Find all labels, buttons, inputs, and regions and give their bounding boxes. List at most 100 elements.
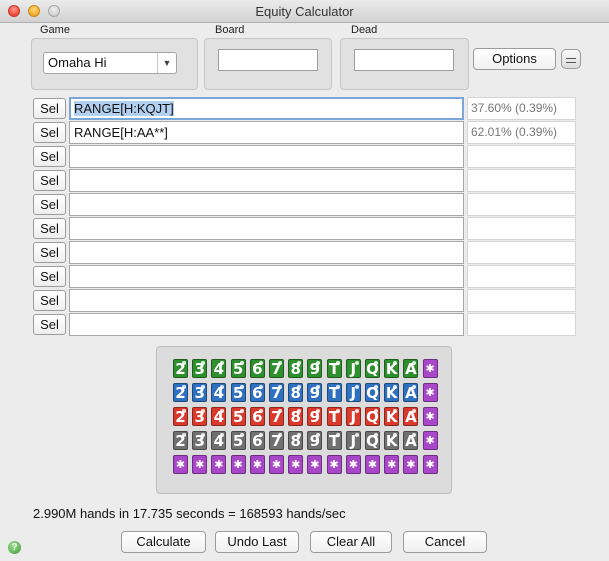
card-T-spades[interactable]: T [326, 383, 342, 402]
wild-card[interactable]: ✱ [288, 455, 304, 474]
card-5-clubs[interactable]: 5 [230, 407, 246, 426]
undo-last-button[interactable]: Undo Last [215, 531, 299, 553]
card-T-diamonds[interactable]: T [326, 431, 342, 450]
card-5-hearts[interactable]: 5 [230, 359, 246, 378]
clear-all-button[interactable]: Clear All [310, 531, 392, 553]
card-K-hearts[interactable]: K [384, 359, 400, 378]
card-7-hearts[interactable]: 7 [269, 359, 284, 378]
card-J-spades[interactable]: J [345, 383, 361, 402]
card-3-hearts[interactable]: 3 [192, 359, 208, 378]
card-A-hearts[interactable]: A [403, 359, 419, 378]
card-K-diamonds[interactable]: K [384, 431, 400, 450]
cancel-button[interactable]: Cancel [403, 531, 487, 553]
wild-card-clubs[interactable]: ✱ [422, 407, 438, 426]
card-T-hearts[interactable]: T [326, 359, 342, 378]
card-6-hearts[interactable]: 6 [249, 359, 265, 378]
sel-button[interactable]: Sel [33, 194, 66, 215]
help-icon[interactable]: ? [8, 541, 21, 554]
card-5-spades[interactable]: 5 [230, 383, 246, 402]
card-4-hearts[interactable]: 4 [211, 359, 227, 378]
sel-button[interactable]: Sel [33, 146, 66, 167]
card-Q-hearts[interactable]: Q [365, 359, 380, 378]
card-2-diamonds[interactable]: 2 [173, 431, 188, 450]
card-8-clubs[interactable]: 8 [288, 407, 304, 426]
sel-button[interactable]: Sel [33, 122, 66, 143]
sel-button[interactable]: Sel [33, 290, 66, 311]
range-input[interactable] [69, 169, 464, 192]
wild-card[interactable]: ✱ [307, 455, 323, 474]
card-8-diamonds[interactable]: 8 [288, 431, 304, 450]
card-7-clubs[interactable]: 7 [269, 407, 284, 426]
board-input[interactable] [218, 49, 318, 71]
wild-card[interactable]: ✱ [211, 455, 227, 474]
range-input[interactable] [69, 217, 464, 240]
card-4-diamonds[interactable]: 4 [211, 431, 227, 450]
sel-button[interactable]: Sel [33, 242, 66, 263]
wild-card[interactable]: ✱ [192, 455, 208, 474]
card-2-hearts[interactable]: 2 [173, 359, 188, 378]
wild-card[interactable]: ✱ [249, 455, 265, 474]
card-K-clubs[interactable]: K [384, 407, 400, 426]
wild-card[interactable]: ✱ [326, 455, 342, 474]
wild-card[interactable]: ✱ [345, 455, 361, 474]
range-input[interactable] [69, 265, 464, 288]
wild-card[interactable]: ✱ [269, 455, 284, 474]
card-3-spades[interactable]: 3 [192, 383, 208, 402]
sel-button[interactable]: Sel [33, 218, 66, 239]
card-9-spades[interactable]: 9 [307, 383, 323, 402]
card-6-diamonds[interactable]: 6 [249, 431, 265, 450]
wild-card-hearts[interactable]: ✱ [422, 359, 438, 378]
sel-button[interactable]: Sel [33, 266, 66, 287]
card-A-spades[interactable]: A [403, 383, 419, 402]
card-6-clubs[interactable]: 6 [249, 407, 265, 426]
disclosure-icon[interactable] [561, 49, 581, 69]
wild-card[interactable]: ✱ [365, 455, 380, 474]
card-A-clubs[interactable]: A [403, 407, 419, 426]
card-J-diamonds[interactable]: J [345, 431, 361, 450]
card-3-diamonds[interactable]: 3 [192, 431, 208, 450]
wild-card[interactable]: ✱ [422, 455, 438, 474]
calculate-button[interactable]: Calculate [121, 531, 206, 553]
game-select[interactable]: Omaha Hi ▼ [43, 52, 177, 74]
range-input[interactable] [69, 241, 464, 264]
card-A-diamonds[interactable]: A [403, 431, 419, 450]
wild-card[interactable]: ✱ [384, 455, 400, 474]
card-J-clubs[interactable]: J [345, 407, 361, 426]
wild-card[interactable]: ✱ [230, 455, 246, 474]
range-input[interactable]: RANGE[H:KQJT] [69, 97, 464, 120]
card-9-clubs[interactable]: 9 [307, 407, 323, 426]
card-K-spades[interactable]: K [384, 383, 400, 402]
card-T-clubs[interactable]: T [326, 407, 342, 426]
dead-input[interactable] [354, 49, 454, 71]
range-input[interactable] [69, 145, 464, 168]
sel-button[interactable]: Sel [33, 170, 66, 191]
card-Q-clubs[interactable]: Q [365, 407, 380, 426]
card-2-spades[interactable]: 2 [173, 383, 188, 402]
card-9-hearts[interactable]: 9 [307, 359, 323, 378]
range-input[interactable] [69, 313, 464, 336]
card-6-spades[interactable]: 6 [249, 383, 265, 402]
card-8-hearts[interactable]: 8 [288, 359, 304, 378]
card-4-clubs[interactable]: 4 [211, 407, 227, 426]
card-7-spades[interactable]: 7 [269, 383, 284, 402]
card-Q-diamonds[interactable]: Q [365, 431, 380, 450]
card-7-diamonds[interactable]: 7 [269, 431, 284, 450]
card-4-spades[interactable]: 4 [211, 383, 227, 402]
options-button[interactable]: Options [473, 48, 556, 70]
card-5-diamonds[interactable]: 5 [230, 431, 246, 450]
wild-card[interactable]: ✱ [403, 455, 419, 474]
range-input[interactable]: RANGE[H:AA**] [69, 121, 464, 144]
card-9-diamonds[interactable]: 9 [307, 431, 323, 450]
card-Q-spades[interactable]: Q [365, 383, 380, 402]
wild-card-spades[interactable]: ✱ [422, 383, 438, 402]
wild-card[interactable]: ✱ [173, 455, 188, 474]
wild-card-diamonds[interactable]: ✱ [422, 431, 438, 450]
sel-button[interactable]: Sel [33, 314, 66, 335]
range-input[interactable] [69, 193, 464, 216]
sel-button[interactable]: Sel [33, 98, 66, 119]
card-J-hearts[interactable]: J [345, 359, 361, 378]
card-2-clubs[interactable]: 2 [173, 407, 188, 426]
card-8-spades[interactable]: 8 [288, 383, 304, 402]
card-3-clubs[interactable]: 3 [192, 407, 208, 426]
range-input[interactable] [69, 289, 464, 312]
